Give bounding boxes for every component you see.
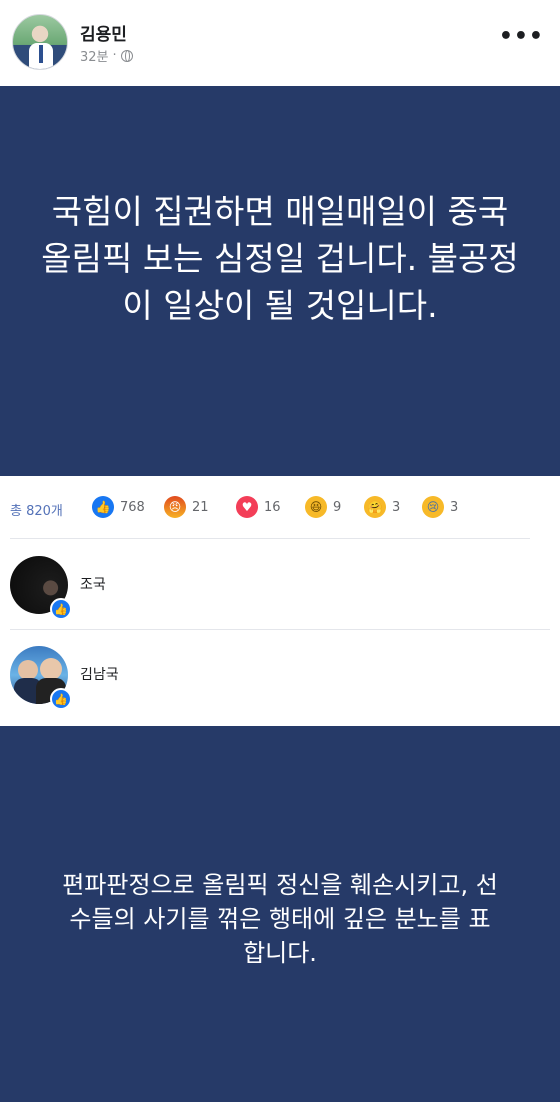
- like-badge-icon: 👍: [50, 598, 72, 620]
- reaction-count: 16: [264, 499, 281, 515]
- reactions-bar[interactable]: 총 820개 👍 768 😠 21 ♥ 16 😆 9 🤗 3 😢 3: [0, 476, 560, 540]
- reaction-total[interactable]: 총 820개: [10, 500, 63, 519]
- like-badge-icon: 👍: [50, 688, 72, 710]
- reactions-divider: [10, 538, 530, 539]
- care-icon: 🤗: [364, 496, 386, 518]
- reaction-count: 3: [392, 499, 401, 515]
- reaction-angry[interactable]: 😠 21: [164, 496, 209, 518]
- reactor-item[interactable]: 👍 김남국: [0, 630, 560, 726]
- avatar-person-head: [40, 658, 62, 680]
- reaction-sad[interactable]: 😢 3: [422, 496, 458, 518]
- post-time[interactable]: 32분: [80, 46, 109, 65]
- more-options-icon[interactable]: •••: [499, 26, 544, 48]
- avatar-tie: [39, 45, 43, 63]
- post2-text: 편파판정으로 올림픽 정신을 훼손시키고, 선수들의 사기를 꺾은 행태에 깊은…: [62, 871, 498, 967]
- meta-separator: ·: [112, 48, 117, 63]
- love-icon: ♥: [236, 496, 258, 518]
- avatar-person-head: [18, 660, 38, 680]
- reaction-like[interactable]: 👍 768: [92, 496, 145, 518]
- reactor-item[interactable]: 👍 조국: [0, 540, 560, 630]
- like-icon: 👍: [92, 496, 114, 518]
- globe-icon: [120, 49, 133, 62]
- reactor-name[interactable]: 조국: [80, 574, 106, 594]
- haha-icon: 😆: [305, 496, 327, 518]
- post-text: 국힘이 집권하면 매일매일이 중국올림픽 보는 심정일 겁니다. 불공정이 일상…: [41, 192, 519, 325]
- reaction-count: 768: [120, 499, 145, 515]
- reaction-count: 3: [450, 499, 459, 515]
- reaction-haha[interactable]: 😆 9: [305, 496, 341, 518]
- reaction-count: 21: [192, 499, 209, 515]
- reaction-love[interactable]: ♥ 16: [236, 496, 281, 518]
- reaction-count: 9: [333, 499, 342, 515]
- reaction-care[interactable]: 🤗 3: [364, 496, 400, 518]
- post-meta: 32분 ·: [80, 46, 133, 65]
- angry-icon: 😠: [164, 496, 186, 518]
- reactor-name[interactable]: 김남국: [80, 664, 119, 684]
- author-avatar[interactable]: [12, 14, 68, 70]
- sad-icon: 😢: [422, 496, 444, 518]
- author-name[interactable]: 김용민: [80, 20, 127, 45]
- post-header: 김용민 32분 · •••: [0, 0, 560, 86]
